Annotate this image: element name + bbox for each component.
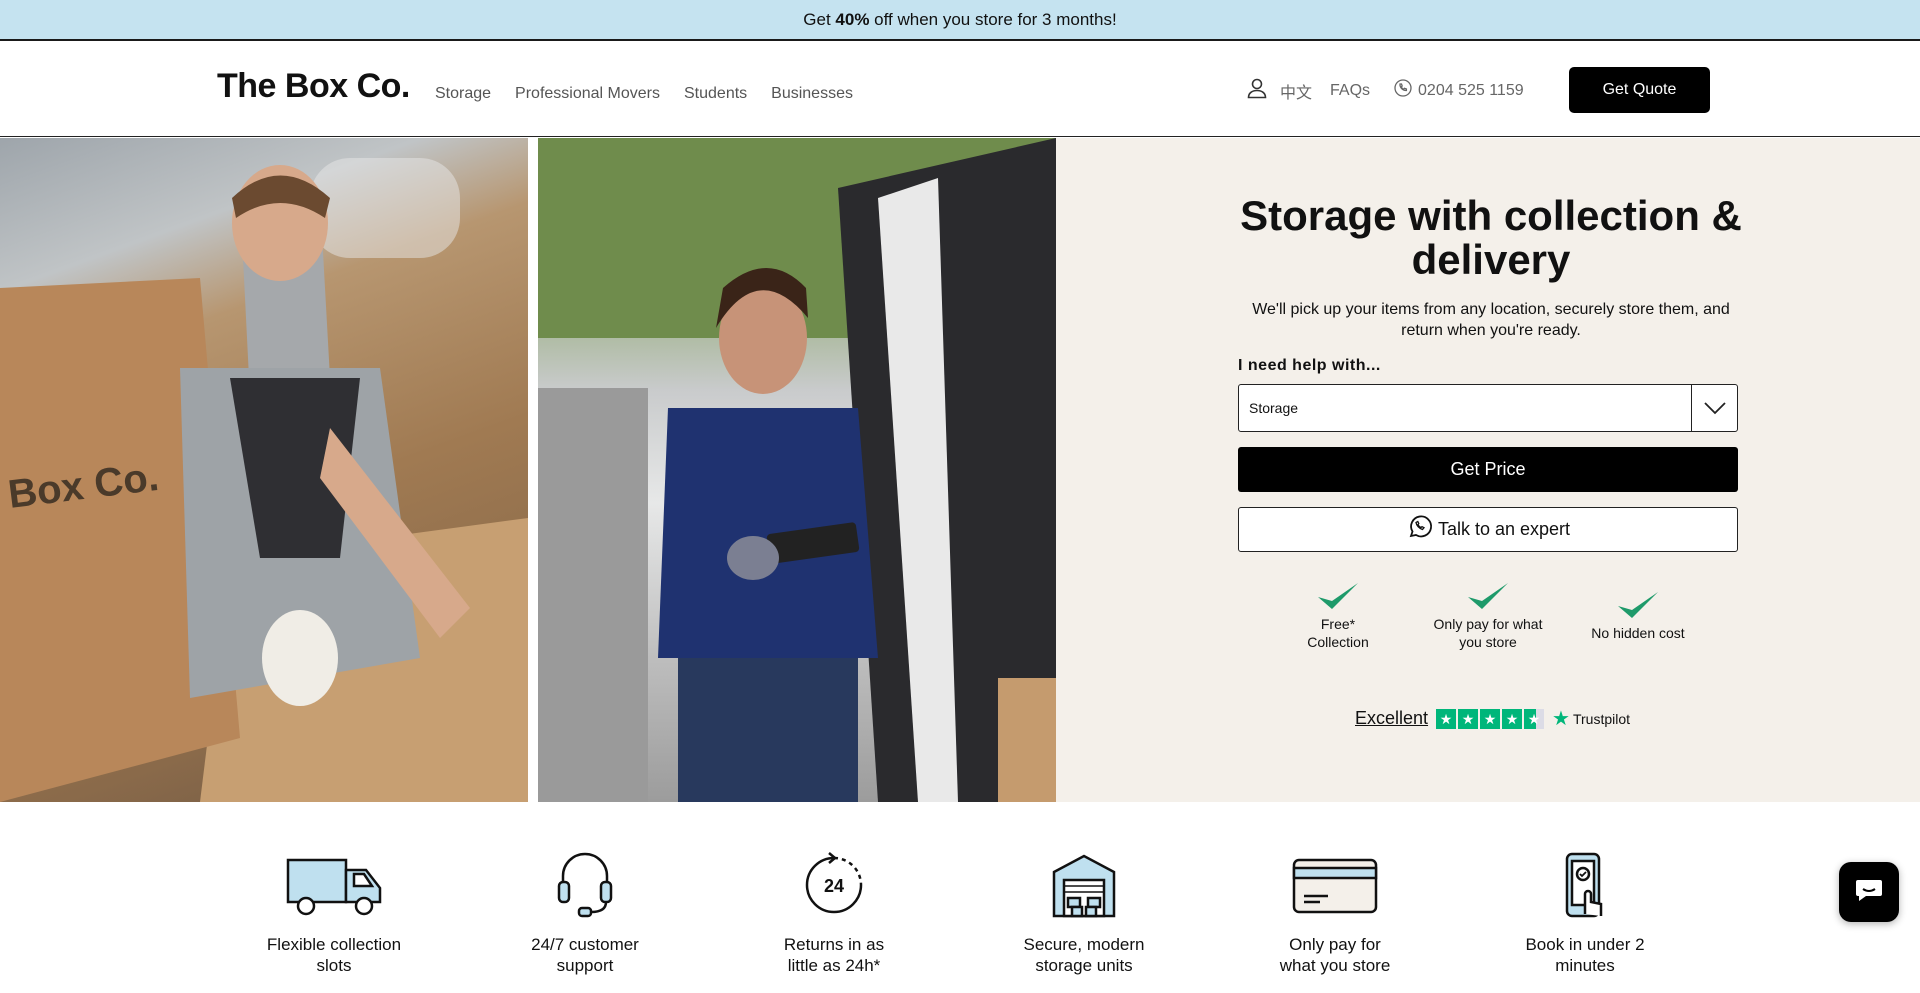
feature-label: Book in under 2 minutes [1525,935,1645,975]
feature-label: Secure, modern storage units [1023,935,1145,975]
feature-label: Flexible collection slots [266,935,402,975]
benefit-no-hidden-cost: No hidden cost [1563,590,1713,642]
header-utilities: 中文 FAQs 0204 525 1159 [1246,77,1524,104]
chevron-down-icon[interactable] [1691,385,1737,431]
warehouse-icon [994,852,1174,918]
hero-section: Box Co. Storage with collection & delive… [0,138,1920,802]
whatsapp-icon [1406,513,1434,546]
get-quote-button[interactable]: Get Quote [1569,67,1710,113]
phone-booking-icon [1495,852,1675,918]
check-icon [1263,581,1413,611]
service-select-value: Storage [1249,400,1299,416]
features-row: Flexible collection slots 24/7 customer … [0,852,1920,993]
feature-book-quickly: Book in under 2 minutes [1495,852,1675,976]
benefits-list: Free* Collection Only pay for what you s… [1263,581,1713,661]
photo-divider [528,138,538,802]
main-nav: Storage Professional Movers Students Bus… [435,85,853,103]
hero-photo-mover: Box Co. [0,138,528,802]
service-select[interactable]: Storage [1238,384,1738,432]
chat-icon [1855,878,1883,907]
star-icon: ★ [1524,708,1545,729]
feature-storage-units: Secure, modern storage units [994,852,1174,976]
help-label: I need help with... [1238,357,1381,374]
chat-button[interactable] [1839,862,1899,922]
nav-students[interactable]: Students [684,85,747,103]
promo-banner: Get 40% off when you store for 3 months! [0,0,1920,41]
check-icon [1413,581,1563,611]
star-icon: ★ [1458,708,1479,729]
feature-pay-for-store: Only pay for what you store [1245,852,1425,976]
feature-flexible-slots: Flexible collection slots [244,852,424,976]
star-icon: ★ [1436,708,1457,729]
phone-link[interactable]: 0204 525 1159 [1394,79,1524,102]
phone-number: 0204 525 1159 [1418,81,1524,99]
hero-title: Storage with collection & delivery [1240,192,1742,283]
feature-support: 24/7 customer support [495,852,675,976]
feature-label: Returns in as little as 24h* [783,935,885,975]
talk-to-expert-button[interactable]: Talk to an expert [1238,507,1738,552]
benefit-free-collection: Free* Collection [1263,581,1413,651]
hero-subtitle: We'll pick up your items from any locati… [1252,301,1730,339]
nav-storage[interactable]: Storage [435,85,491,103]
trust-rating-label[interactable]: Excellent [1355,708,1428,729]
star-rating: ★ ★ ★ ★ ★ [1436,708,1545,729]
phone-icon [1394,79,1412,102]
account-icon[interactable] [1246,77,1268,104]
logo[interactable]: The Box Co. [217,67,410,106]
headset-icon [495,852,675,918]
trustpilot-star-icon: ★ [1552,708,1570,730]
promo-text: Get 40% off when you store for 3 months! [803,9,1117,29]
feature-label: Only pay for what you store [1279,935,1391,975]
nav-professional-movers[interactable]: Professional Movers [515,85,660,103]
feature-returns: 24 Returns in as little as 24h* [744,852,924,976]
trustpilot-widget[interactable]: Excellent ★ ★ ★ ★ ★ ★ Trustpilot [1355,706,1630,731]
star-icon: ★ [1502,708,1523,729]
hero-photo-driver [538,138,1056,802]
card-icon [1245,852,1425,918]
get-price-button[interactable]: Get Price [1238,447,1738,492]
feature-label: 24/7 customer support [531,935,639,975]
star-icon: ★ [1480,708,1501,729]
clock-24-icon: 24 [744,852,924,918]
benefit-pay-for-store: Only pay for what you store [1413,581,1563,651]
check-icon [1563,590,1713,620]
trustpilot-logo: ★ Trustpilot [1552,708,1631,730]
talk-to-expert-label: Talk to an expert [1437,519,1571,539]
language-switch[interactable]: 中文 [1280,79,1312,103]
svg-text:24: 24 [824,876,844,896]
header: The Box Co. Storage Professional Movers … [0,41,1920,137]
faqs-link[interactable]: FAQs [1330,82,1370,100]
van-icon [244,852,424,918]
nav-businesses[interactable]: Businesses [771,85,853,103]
